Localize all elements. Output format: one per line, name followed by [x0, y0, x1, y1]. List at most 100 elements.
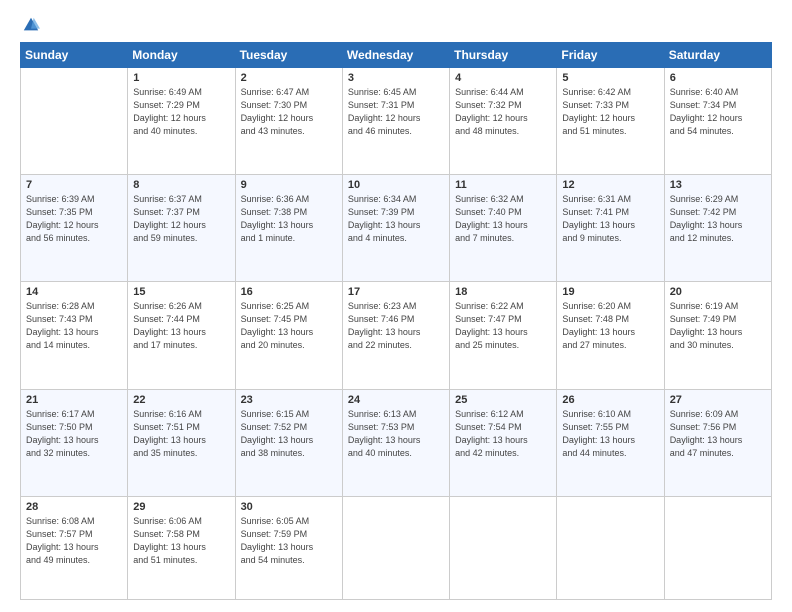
calendar-header-row: Sunday Monday Tuesday Wednesday Thursday… [21, 43, 772, 68]
day-info: Sunrise: 6:32 AM Sunset: 7:40 PM Dayligh… [455, 193, 551, 245]
calendar-cell [342, 496, 449, 599]
calendar-cell: 17 Sunrise: 6:23 AM Sunset: 7:46 PM Dayli… [342, 282, 449, 389]
calendar-cell: 22 Sunrise: 6:16 AM Sunset: 7:51 PM Dayli… [128, 389, 235, 496]
header-friday: Friday [557, 43, 664, 68]
calendar-cell: 5 Sunrise: 6:42 AM Sunset: 7:33 PM Daylig… [557, 68, 664, 175]
calendar-cell: 12 Sunrise: 6:31 AM Sunset: 7:41 PM Dayli… [557, 175, 664, 282]
calendar-cell: 19 Sunrise: 6:20 AM Sunset: 7:48 PM Dayli… [557, 282, 664, 389]
calendar-cell: 8 Sunrise: 6:37 AM Sunset: 7:37 PM Daylig… [128, 175, 235, 282]
calendar-cell: 13Sunrise: 6:29 AM Sunset: 7:42 PM Dayli… [664, 175, 771, 282]
day-info: Sunrise: 6:45 AM Sunset: 7:31 PM Dayligh… [348, 86, 444, 138]
day-number: 24 [348, 394, 444, 406]
day-number: 23 [241, 394, 337, 406]
day-number: 16 [241, 286, 337, 298]
day-info: Sunrise: 6:31 AM Sunset: 7:41 PM Dayligh… [562, 193, 658, 245]
calendar-cell: 20 Sunrise: 6:19 AM Sunset: 7:49 PM Dayli… [664, 282, 771, 389]
calendar-cell: 23 Sunrise: 6:15 AM Sunset: 7:52 PM Dayli… [235, 389, 342, 496]
calendar-cell: 29Sunrise: 6:06 AM Sunset: 7:58 PM Dayli… [128, 496, 235, 599]
calendar-cell: 27 Sunrise: 6:09 AM Sunset: 7:56 PM Dayli… [664, 389, 771, 496]
calendar-cell: 10 Sunrise: 6:34 AM Sunset: 7:39 PM Dayli… [342, 175, 449, 282]
calendar-cell [450, 496, 557, 599]
day-number: 12 [562, 179, 658, 191]
day-number: 22 [133, 394, 229, 406]
day-info: Sunrise: 6:19 AM Sunset: 7:49 PM Dayligh… [670, 300, 766, 352]
day-info: Sunrise: 6:44 AM Sunset: 7:32 PM Dayligh… [455, 86, 551, 138]
header-saturday: Saturday [664, 43, 771, 68]
day-number: 27 [670, 394, 766, 406]
calendar-cell [21, 68, 128, 175]
header-sunday: Sunday [21, 43, 128, 68]
day-info: Sunrise: 6:10 AM Sunset: 7:55 PM Dayligh… [562, 408, 658, 460]
day-number: 20 [670, 286, 766, 298]
day-info: Sunrise: 6:34 AM Sunset: 7:39 PM Dayligh… [348, 193, 444, 245]
calendar-cell: 24 Sunrise: 6:13 AM Sunset: 7:53 PM Dayli… [342, 389, 449, 496]
day-number: 2 [241, 72, 337, 84]
day-info: Sunrise: 6:12 AM Sunset: 7:54 PM Dayligh… [455, 408, 551, 460]
day-number: 4 [455, 72, 551, 84]
day-info: Sunrise: 6:26 AM Sunset: 7:44 PM Dayligh… [133, 300, 229, 352]
header-monday: Monday [128, 43, 235, 68]
calendar-cell: 25 Sunrise: 6:12 AM Sunset: 7:54 PM Dayli… [450, 389, 557, 496]
day-info: Sunrise: 6:16 AM Sunset: 7:51 PM Dayligh… [133, 408, 229, 460]
day-number: 28 [26, 501, 122, 513]
day-number: 5 [562, 72, 658, 84]
day-info: Sunrise: 6:28 AM Sunset: 7:43 PM Dayligh… [26, 300, 122, 352]
day-number: 18 [455, 286, 551, 298]
day-info: Sunrise: 6:17 AM Sunset: 7:50 PM Dayligh… [26, 408, 122, 460]
day-info: Sunrise: 6:39 AM Sunset: 7:35 PM Dayligh… [26, 193, 122, 245]
day-info: Sunrise: 6:13 AM Sunset: 7:53 PM Dayligh… [348, 408, 444, 460]
day-number: 10 [348, 179, 444, 191]
day-info: Sunrise: 6:06 AM Sunset: 7:58 PM Dayligh… [133, 515, 229, 567]
day-number: 8 [133, 179, 229, 191]
calendar-cell: 9 Sunrise: 6:36 AM Sunset: 7:38 PM Daylig… [235, 175, 342, 282]
day-number: 3 [348, 72, 444, 84]
page: Sunday Monday Tuesday Wednesday Thursday… [0, 0, 792, 612]
calendar-cell: 1Sunrise: 6:49 AM Sunset: 7:29 PM Daylig… [128, 68, 235, 175]
header [20, 16, 772, 34]
logo [20, 16, 40, 34]
day-info: Sunrise: 6:29 AM Sunset: 7:42 PM Dayligh… [670, 193, 766, 245]
day-number: 19 [562, 286, 658, 298]
calendar-table: Sunday Monday Tuesday Wednesday Thursday… [20, 42, 772, 600]
day-number: 17 [348, 286, 444, 298]
calendar-cell: 11 Sunrise: 6:32 AM Sunset: 7:40 PM Dayli… [450, 175, 557, 282]
calendar-cell: 7 Sunrise: 6:39 AM Sunset: 7:35 PM Daylig… [21, 175, 128, 282]
day-number: 14 [26, 286, 122, 298]
day-number: 7 [26, 179, 122, 191]
calendar-cell: 2 Sunrise: 6:47 AM Sunset: 7:30 PM Daylig… [235, 68, 342, 175]
day-number: 9 [241, 179, 337, 191]
day-number: 26 [562, 394, 658, 406]
calendar-cell: 16 Sunrise: 6:25 AM Sunset: 7:45 PM Dayli… [235, 282, 342, 389]
day-number: 21 [26, 394, 122, 406]
day-info: Sunrise: 6:23 AM Sunset: 7:46 PM Dayligh… [348, 300, 444, 352]
day-number: 30 [241, 501, 337, 513]
calendar-cell: 3 Sunrise: 6:45 AM Sunset: 7:31 PM Daylig… [342, 68, 449, 175]
day-info: Sunrise: 6:25 AM Sunset: 7:45 PM Dayligh… [241, 300, 337, 352]
calendar-cell: 14 Sunrise: 6:28 AM Sunset: 7:43 PM Dayli… [21, 282, 128, 389]
day-number: 25 [455, 394, 551, 406]
day-info: Sunrise: 6:42 AM Sunset: 7:33 PM Dayligh… [562, 86, 658, 138]
calendar-cell: 26 Sunrise: 6:10 AM Sunset: 7:55 PM Dayli… [557, 389, 664, 496]
day-number: 1 [133, 72, 229, 84]
day-info: Sunrise: 6:20 AM Sunset: 7:48 PM Dayligh… [562, 300, 658, 352]
header-wednesday: Wednesday [342, 43, 449, 68]
day-info: Sunrise: 6:40 AM Sunset: 7:34 PM Dayligh… [670, 86, 766, 138]
header-thursday: Thursday [450, 43, 557, 68]
day-info: Sunrise: 6:15 AM Sunset: 7:52 PM Dayligh… [241, 408, 337, 460]
day-number: 6 [670, 72, 766, 84]
calendar-cell: 4 Sunrise: 6:44 AM Sunset: 7:32 PM Daylig… [450, 68, 557, 175]
day-info: Sunrise: 6:09 AM Sunset: 7:56 PM Dayligh… [670, 408, 766, 460]
calendar-cell: 21 Sunrise: 6:17 AM Sunset: 7:50 PM Dayli… [21, 389, 128, 496]
day-number: 11 [455, 179, 551, 191]
calendar-cell: 18 Sunrise: 6:22 AM Sunset: 7:47 PM Dayli… [450, 282, 557, 389]
day-info: Sunrise: 6:47 AM Sunset: 7:30 PM Dayligh… [241, 86, 337, 138]
logo-icon [22, 16, 40, 34]
day-number: 15 [133, 286, 229, 298]
day-info: Sunrise: 6:37 AM Sunset: 7:37 PM Dayligh… [133, 193, 229, 245]
calendar-cell: 28 Sunrise: 6:08 AM Sunset: 7:57 PM Dayli… [21, 496, 128, 599]
day-info: Sunrise: 6:08 AM Sunset: 7:57 PM Dayligh… [26, 515, 122, 567]
day-info: Sunrise: 6:36 AM Sunset: 7:38 PM Dayligh… [241, 193, 337, 245]
calendar-cell: 6 Sunrise: 6:40 AM Sunset: 7:34 PM Daylig… [664, 68, 771, 175]
calendar-cell [664, 496, 771, 599]
day-info: Sunrise: 6:22 AM Sunset: 7:47 PM Dayligh… [455, 300, 551, 352]
